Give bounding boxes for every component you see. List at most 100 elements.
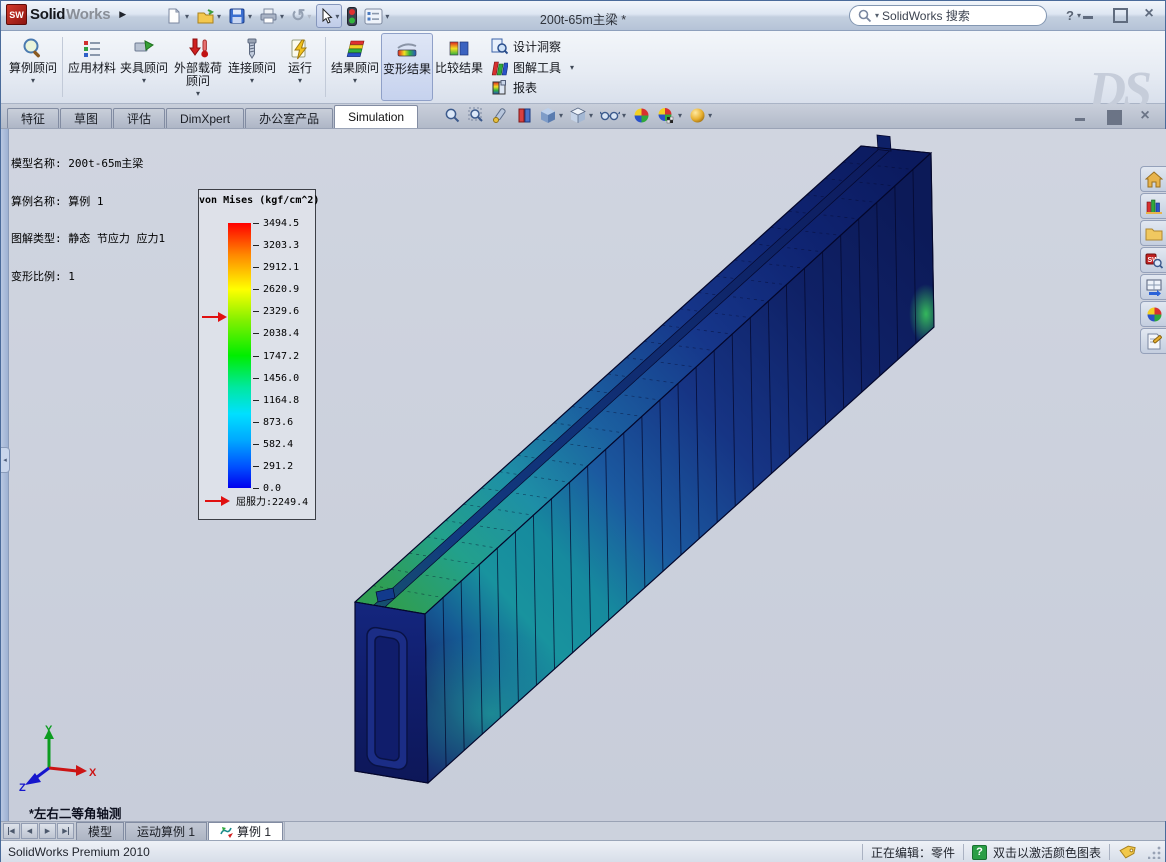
legend-tick: 1456.0 [253,372,299,384]
next-tab-button[interactable]: ▶ [39,823,56,839]
design-insight-button[interactable]: 设计洞察 [491,37,574,56]
ribbon-separator [325,37,326,97]
display-style-button[interactable]: ▾ [570,107,593,124]
save-button[interactable]: ▾ [226,4,254,28]
prev-tab-button[interactable]: ◀ [21,823,38,839]
dropdown-arrow-icon[interactable]: ▾ [570,63,574,72]
view-settings-button[interactable]: ▾ [689,107,712,124]
home-button[interactable] [1140,166,1166,192]
plot-tools-button[interactable]: 图解工具 ▾ [491,58,574,77]
plot-tools-icon [491,59,508,76]
legend-tick: 873.6 [253,416,293,428]
doc-close-button[interactable]: × [1137,109,1153,123]
legend-tick: 2620.9 [253,283,299,295]
section-view-button[interactable] [516,107,533,124]
appearances-icon [1146,306,1163,323]
run-button[interactable]: 运行 ▾ [278,33,322,101]
custom-properties-button[interactable] [1140,328,1166,354]
previous-view-button[interactable] [492,107,509,124]
close-button[interactable]: × [1141,7,1157,21]
tab-evaluate[interactable]: 评估 [113,108,165,128]
edit-appearance-icon [633,107,650,124]
dropdown-arrow-icon[interactable]: ▾ [298,76,302,85]
apply-material-button[interactable]: 应用材料 [66,33,118,101]
rebuild-button[interactable] [345,4,359,28]
view-orientation-button[interactable]: ▾ [540,107,563,124]
undo-button[interactable]: ↺ ▾ [289,4,313,28]
help-label: ? [1066,8,1074,23]
dropdown-arrow-icon[interactable]: ▾ [31,76,35,85]
edit-appearance-button[interactable] [633,107,650,124]
rebuild-traffic-light-icon [347,7,357,26]
resize-grip[interactable] [1148,845,1162,859]
doc-restore-button[interactable] [1105,109,1121,123]
deformed-result-button[interactable]: 变形结果 [381,33,433,101]
help-button[interactable]: ?▾ [1066,8,1081,23]
tab-office-products[interactable]: 办公室产品 [245,108,333,128]
results-advisor-button[interactable]: 结果顾问 ▾ [329,33,381,101]
reference-triad[interactable]: Y X Z [17,721,97,797]
dropdown-arrow-icon[interactable]: ▾ [353,76,357,85]
last-tab-button[interactable]: ▶ [57,823,74,839]
maximize-button[interactable] [1111,7,1127,21]
appearances-button[interactable] [1140,301,1166,327]
apply-scene-button[interactable]: ▾ [657,107,682,124]
editing-status-text: 正在编辑：零件 [871,844,955,861]
zoom-to-fit-button[interactable] [444,107,461,124]
tab-simulation[interactable]: Simulation [334,105,418,128]
report-button[interactable]: 报表 [491,78,574,97]
study-advisor-button[interactable]: 算例顾问 ▾ [7,33,59,101]
panel-splitter-handle[interactable]: ◂ [1,447,10,473]
tab-sketch[interactable]: 草图 [60,108,112,128]
tab-model[interactable]: 模型 [76,822,124,840]
minimize-button[interactable] [1081,7,1097,21]
tag-icon[interactable] [1118,844,1136,860]
yield-strength-label: 屈服力:2249.4 [236,493,308,508]
command-tab-row: 特征 草图 评估 DimXpert 办公室产品 Simulation ▾ ▾ ▾… [1,104,1165,129]
yield-strength-row: 屈服力:2249.4 [204,493,308,508]
fixtures-advisor-button[interactable]: 夹具顾问 ▾ [118,33,170,101]
app-name-works: Works [66,6,110,23]
search-scope-arrow-icon[interactable]: ▾ [875,11,879,20]
dropdown-arrow-icon[interactable]: ▾ [250,76,254,85]
file-explorer-button[interactable] [1140,220,1166,246]
tab-bar-scroll-region[interactable] [284,822,1165,840]
tab-study-1[interactable]: 算例 1 [208,822,283,840]
first-tab-button[interactable]: ◀ [3,823,20,839]
new-document-icon [165,7,183,25]
tab-features[interactable]: 特征 [7,108,59,128]
beam-model-3d[interactable] [1,129,1166,821]
options-icon [364,8,383,25]
new-document-button[interactable]: ▾ [163,4,191,28]
tab-motion-study-1[interactable]: 运动算例 1 [125,822,207,840]
design-library-button[interactable] [1140,193,1166,219]
solidworks-search-button[interactable]: SW [1140,247,1166,273]
stress-color-legend[interactable]: von Mises (kgf/cm^2) 3494.5 3203.3 2912.… [198,189,316,520]
menu-flyout-arrow-icon[interactable]: ▶ [119,9,126,20]
product-name-text: SolidWorks Premium 2010 [8,845,854,859]
view-palette-icon [1145,279,1163,296]
app-name-solid: Solid [30,6,65,23]
options-button[interactable]: ▾ [362,4,391,28]
tab-dimxpert[interactable]: DimXpert [166,108,244,128]
hide-show-items-button[interactable]: ▾ [600,108,626,123]
compare-results-button[interactable]: 比较结果 [433,33,485,101]
zoom-to-area-button[interactable] [468,107,485,124]
doc-minimize-button[interactable] [1073,109,1089,123]
external-loads-advisor-button[interactable]: 外部载荷顾问 ▾ [170,33,226,101]
quick-tip-help-icon[interactable]: ? [972,845,987,860]
connections-advisor-button[interactable]: 连接顾问 ▾ [226,33,278,101]
dropdown-arrow-icon[interactable]: ▾ [196,89,200,98]
select-tool-button[interactable]: ▾ [316,4,342,28]
print-button[interactable]: ▾ [257,4,286,28]
open-button[interactable]: ▾ [194,4,223,28]
search-input[interactable]: ▾ SolidWorks 搜索 [849,5,1047,26]
search-placeholder-text: SolidWorks 搜索 [882,7,970,24]
legend-tick: 3203.3 [253,239,299,251]
apply-material-icon [80,37,104,61]
dropdown-arrow-icon[interactable]: ▾ [142,76,146,85]
display-style-icon [570,107,587,124]
graphics-viewport[interactable]: ◂ 模型名称: 200t-65m主梁 算例名称: 算例 1 图解类型: 静态 节… [1,129,1166,821]
view-palette-button[interactable] [1140,274,1166,300]
external-loads-advisor-icon [186,37,210,61]
